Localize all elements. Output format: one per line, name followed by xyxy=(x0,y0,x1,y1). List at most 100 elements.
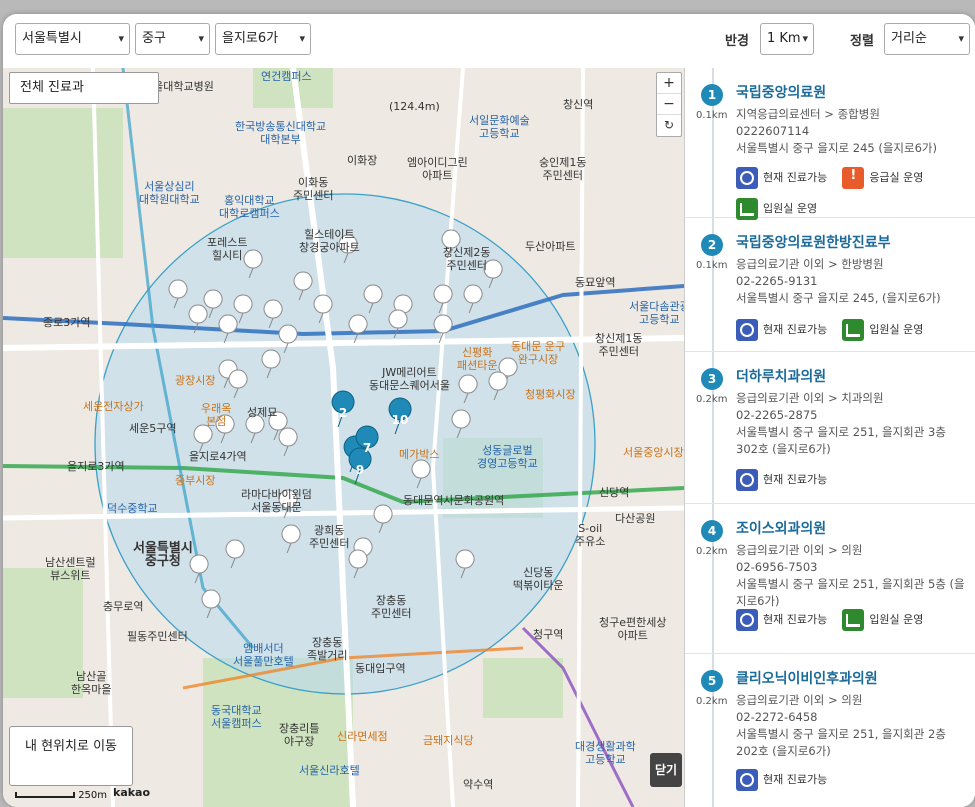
sido-select[interactable]: 서울특별시 ▾ xyxy=(15,23,130,55)
department-filter-button[interactable]: 전체 진료과 xyxy=(9,72,159,104)
map-label: 창신제1동 주민센터 xyxy=(595,332,643,358)
chevron-down-icon: ▾ xyxy=(958,32,964,45)
hospital-name[interactable]: 클리오닉이비인후과의원 xyxy=(736,668,878,688)
map-scale: 250m xyxy=(15,790,107,801)
radius-value: 1 Km xyxy=(767,31,801,46)
map-label: 서울특별시 중구청 xyxy=(133,541,193,569)
map-label: 엠아이디그린 아파트 xyxy=(407,156,468,182)
hospital-phone: 0222607114 xyxy=(736,124,810,138)
my-location-button[interactable]: 내 현위치로 이동 xyxy=(9,726,133,786)
cluster-9: 9 xyxy=(356,463,364,477)
hospital-item[interactable]: 2 0.1km 국립중앙의료원한방진료부 응급의료기관 이외 > 한방병원 02… xyxy=(685,218,975,352)
zoom-in-button[interactable]: + xyxy=(657,73,681,94)
map-label: 숭인제1동 주민센터 xyxy=(539,156,587,182)
map-label: 신당동 떡볶이타운 xyxy=(513,566,564,592)
clock-icon xyxy=(736,609,758,631)
map-label: 서일문화예술 고등학교 xyxy=(469,114,530,140)
chevron-down-icon: ▾ xyxy=(118,32,124,45)
map-label: 동국대학교 서울캠퍼스 xyxy=(211,704,262,730)
map-label: 성제묘 xyxy=(247,406,278,419)
map-label: 광장시장 xyxy=(175,374,216,387)
map-label: 금돼지식당 xyxy=(423,734,474,747)
status-badges: 현재 진료가능 응급실 운영 입원실 운영 xyxy=(736,166,933,220)
status-badges: 현재 진료가능 xyxy=(736,768,837,791)
hospital-info: 응급의료기관 이외 > 의원 02-2272-6458 서울특별시 중구 을지로… xyxy=(736,692,968,760)
hospital-name[interactable]: 조이스외과의원 xyxy=(736,518,826,538)
map-label: S-oil 주유소 xyxy=(575,522,606,548)
rank-badge: 2 xyxy=(701,234,723,256)
cluster-10: 10 xyxy=(392,413,409,427)
hospital-search-modal: 서울특별시 ▾ 중구 ▾ 을지로6가 ▾ 반경 1 Km ▾ 정렬 거리순 ▾ xyxy=(3,14,975,807)
distance: 0.2km xyxy=(696,546,728,557)
map-label: 서울신라호텔 xyxy=(299,764,360,777)
map-label: 두산아파트 xyxy=(525,240,576,253)
hospital-item[interactable]: 1 0.1km 국립중앙의료원 지역응급의료센터 > 종합병원 02226071… xyxy=(685,68,975,220)
hospital-item[interactable]: 3 0.2km 더하루치과의원 응급의료기관 이외 > 치과의원 02-2265… xyxy=(685,352,975,504)
map-label: 종로3가역 xyxy=(43,316,91,329)
hospital-info: 응급의료기관 이외 > 의원 02-6956-7503 서울특별시 중구 을지로… xyxy=(736,542,968,610)
map-label: 장충동 족발거리 xyxy=(307,636,348,662)
status-badge: 현재 진료가능 xyxy=(736,167,827,189)
sort-value: 거리순 xyxy=(891,31,927,46)
zoom-control: + − ↻ xyxy=(656,72,682,137)
dong-select[interactable]: 을지로6가 ▾ xyxy=(215,23,311,55)
hospital-item[interactable]: 4 0.2km 조이스외과의원 응급의료기관 이외 > 의원 02-6956-7… xyxy=(685,504,975,654)
hospital-name[interactable]: 국립중앙의료원 xyxy=(736,82,826,102)
distance: 0.2km xyxy=(696,394,728,405)
hospital-type: 응급의료기관 이외 > 의원 xyxy=(736,543,863,557)
map-label: 세운5구역 xyxy=(129,422,177,435)
map-label: 충무로역 xyxy=(103,600,144,613)
map-label: 을지로3가역 xyxy=(67,460,125,473)
map-label: 동대입구역 xyxy=(355,662,406,675)
hospital-list: 1 0.1km 국립중앙의료원 지역응급의료센터 > 종합병원 02226071… xyxy=(684,68,975,807)
map-label: 우래옥 본점 xyxy=(201,402,232,428)
map-label: 연건캠퍼스 xyxy=(261,70,312,83)
rank-badge: 5 xyxy=(701,670,723,692)
radius-select[interactable]: 1 Km ▾ xyxy=(760,23,814,55)
hospital-info: 응급의료기관 이외 > 한방병원 02-2265-9131 서울특별시 중구 을… xyxy=(736,256,968,307)
map-label: 청평화시장 xyxy=(525,388,576,401)
rank-badge: 3 xyxy=(701,368,723,390)
clock-icon xyxy=(736,769,758,791)
hospital-phone: 02-2265-2875 xyxy=(736,408,818,422)
status-badge: 입원실 운영 xyxy=(842,609,923,631)
hospital-address: 서울특별시 중구 을지로 245, (을지로6가) xyxy=(736,291,941,305)
map-label: 메가박스 xyxy=(399,448,440,461)
hospital-address: 서울특별시 중구 을지로 245 (을지로6가) xyxy=(736,141,937,155)
status-badge: 입원실 운영 xyxy=(736,198,817,220)
sigungu-value: 중구 xyxy=(142,31,166,46)
map-label: 필동주민센터 xyxy=(127,630,188,643)
bed-icon xyxy=(842,609,865,631)
hospital-address: 서울특별시 중구 을지로 251, 을지회관 5층 (을지로6가) xyxy=(736,577,965,608)
hospital-type: 응급의료기관 이외 > 한방병원 xyxy=(736,257,884,271)
hospital-name[interactable]: 더하루치과의원 xyxy=(736,366,826,386)
map-label: 힐스테이트 창경궁아파트 xyxy=(299,228,360,254)
map-view[interactable]: 2 10 7 9 연건캠퍼스 한국방송통신대학교 대학본부 서울대학교병원 (1… xyxy=(3,68,684,807)
bed-icon xyxy=(842,319,865,341)
hospital-type: 지역응급의료센터 > 종합병원 xyxy=(736,107,880,121)
map-label: 다산공원 xyxy=(615,512,656,525)
sort-label: 정렬 xyxy=(850,34,874,49)
rank-badge: 1 xyxy=(701,84,723,106)
zoom-out-button[interactable]: − xyxy=(657,94,681,115)
dong-value: 을지로6가 xyxy=(222,31,279,46)
cluster-7: 7 xyxy=(363,441,371,455)
clock-icon xyxy=(736,167,758,189)
status-badge: 입원실 운영 xyxy=(842,319,923,341)
map-label: 광희동 주민센터 xyxy=(309,524,350,550)
status-badge: 현재 진료가능 xyxy=(736,469,827,491)
sort-select[interactable]: 거리순 ▾ xyxy=(884,23,970,55)
sigungu-select[interactable]: 중구 ▾ xyxy=(135,23,210,55)
hospital-item[interactable]: 5 0.2km 클리오닉이비인후과의원 응급의료기관 이외 > 의원 02-22… xyxy=(685,654,975,807)
map-label: 을지로4가역 xyxy=(189,450,247,463)
map-label: 세운전자상가 xyxy=(83,400,144,413)
hospital-name[interactable]: 국립중앙의료원한방진료부 xyxy=(736,232,891,252)
status-badges: 현재 진료가능 입원실 운영 xyxy=(736,608,933,631)
hospital-phone: 02-2265-9131 xyxy=(736,274,818,288)
status-badges: 현재 진료가능 xyxy=(736,468,837,491)
hospital-address: 서울특별시 중구 을지로 251, 을지회관 3층 302호 (을지로6가) xyxy=(736,425,946,456)
reset-icon[interactable]: ↻ xyxy=(657,115,681,136)
map-label: 이화장 xyxy=(347,154,378,167)
close-button[interactable]: 닫기 xyxy=(650,753,682,787)
map-label: 동대문 운구 완구시장 xyxy=(511,340,566,366)
